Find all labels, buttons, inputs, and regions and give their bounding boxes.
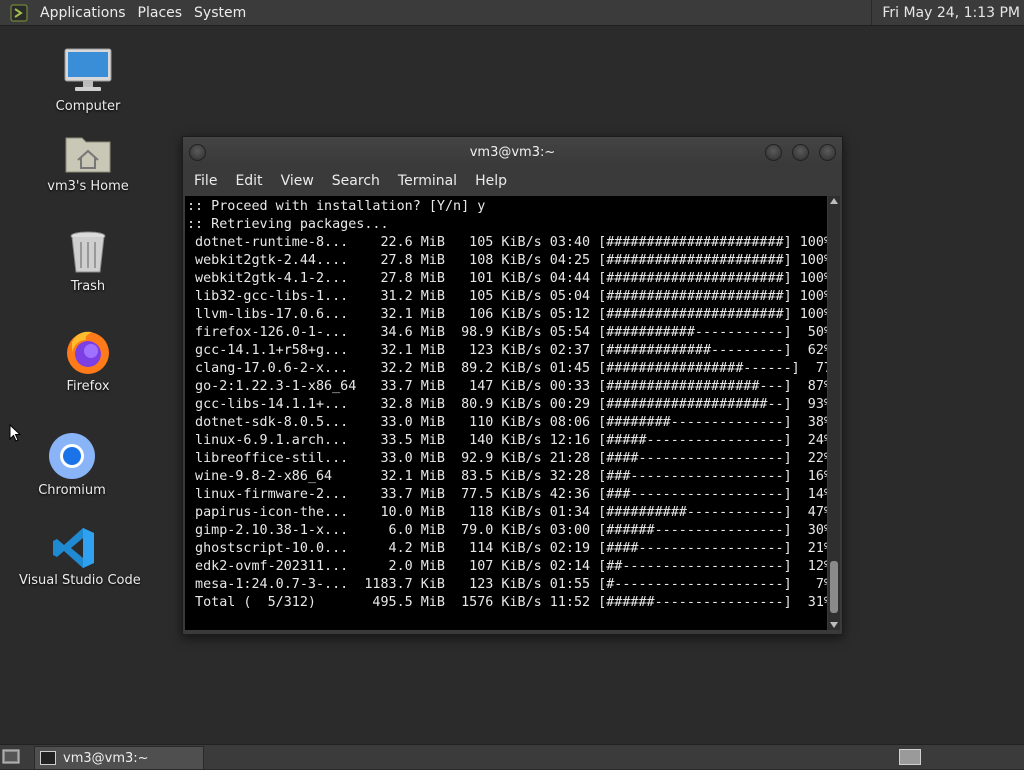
menu-search[interactable]: Search [323,173,389,189]
computer-icon [64,48,112,91]
scrollbar-thumb[interactable] [830,561,838,613]
scroll-down-icon[interactable] [830,622,838,628]
terminal-line: clang-17.0.6-2-x... 32.2 MiB 89.2 KiB/s … [187,361,827,376]
home-folder-icon [65,137,111,173]
clock[interactable]: Fri May 24, 1:13 PM [871,0,1020,25]
desktop-icon-label: Computer [55,99,121,114]
terminal-icon [40,751,56,765]
scroll-up-icon[interactable] [830,198,838,204]
terminal-window[interactable]: vm3@vm3:~ File Edit View Search Terminal… [182,136,843,635]
menu-applications[interactable]: Applications [34,5,132,21]
terminal-line: webkit2gtk-4.1-2... 27.8 MiB 101 KiB/s 0… [187,271,827,286]
terminal-line: mesa-1:24.0.7-3-... 1183.7 KiB 123 KiB/s… [187,577,827,592]
desktop-icon-home[interactable]: vm3's Home [33,124,143,194]
close-button[interactable] [819,144,836,161]
terminal-line: gimp-2.10.38-1-x... 6.0 MiB 79.0 KiB/s 0… [187,523,827,538]
menu-system[interactable]: System [188,5,252,21]
minimize-button[interactable] [765,144,782,161]
desktop-icon-firefox[interactable]: Firefox [33,324,143,394]
menu-places[interactable]: Places [132,5,189,21]
terminal-line: dotnet-runtime-8... 22.6 MiB 105 KiB/s 0… [187,235,827,250]
desktop-icon-label: Firefox [66,379,110,394]
terminal-line: edk2-ovmf-202311... 2.0 MiB 107 KiB/s 02… [187,559,827,574]
chromium-icon [49,433,95,479]
desktop-icon-label: Chromium [38,483,106,498]
menu-file[interactable]: File [185,173,226,189]
terminal-line: webkit2gtk-2.44.... 27.8 MiB 108 KiB/s 0… [187,253,827,268]
desktop-icon-label: Trash [70,279,106,294]
workspace-switcher[interactable] [899,749,921,765]
terminal-line: :: Retrieving packages... [187,217,389,232]
top-panel: Applications Places System Fri May 24, 1… [0,0,1024,26]
bottom-panel: vm3@vm3:~ [0,744,1024,770]
menu-help[interactable]: Help [466,173,516,189]
window-menu-button[interactable] [189,144,206,161]
terminal-line: dotnet-sdk-8.0.5... 33.0 MiB 110 KiB/s 0… [187,415,827,430]
terminal-line: linux-firmware-2... 33.7 MiB 77.5 KiB/s … [187,487,827,502]
desktop-icon-label: vm3's Home [47,179,129,194]
firefox-icon [67,331,109,374]
desktop-icon-trash[interactable]: Trash [33,224,143,294]
terminal-line: papirus-icon-the... 10.0 MiB 118 KiB/s 0… [187,505,827,520]
desktop-icon-vscode[interactable]: Visual Studio Code [19,518,141,588]
desktop-icon-label: Visual Studio Code [19,573,141,588]
terminal-line: lib32-gcc-libs-1... 31.2 MiB 105 KiB/s 0… [187,289,827,304]
terminal-output[interactable]: :: Proceed with installation? [Y/n] y ::… [185,196,827,630]
taskbar-item-label: vm3@vm3:~ [63,750,149,766]
terminal-line: gcc-14.1.1+r58+g... 32.1 MiB 123 KiB/s 0… [187,343,827,358]
menu-edit[interactable]: Edit [226,173,271,189]
maximize-button[interactable] [792,144,809,161]
window-titlebar[interactable]: vm3@vm3:~ [183,137,842,167]
window-title: vm3@vm3:~ [469,144,556,160]
menu-view[interactable]: View [272,173,323,189]
distro-logo-icon[interactable] [8,3,30,23]
window-menubar: File Edit View Search Terminal Help [183,167,842,195]
mouse-cursor-icon [9,424,21,442]
terminal-line: libreoffice-stil... 33.0 MiB 92.9 KiB/s … [187,451,827,466]
desktop-icon-chromium[interactable]: Chromium [17,428,127,498]
terminal-scrollbar[interactable] [828,196,840,630]
taskbar-item-terminal[interactable]: vm3@vm3:~ [34,746,204,770]
terminal-line: go-2:1.22.3-1-x86_64 33.7 MiB 147 KiB/s … [187,379,827,394]
terminal-line: firefox-126.0-1-... 34.6 MiB 98.9 KiB/s … [187,325,827,340]
terminal-line: wine-9.8-2-x86_64 32.1 MiB 83.5 KiB/s 32… [187,469,827,484]
menu-terminal[interactable]: Terminal [389,173,466,189]
terminal-line: :: Proceed with installation? [Y/n] y [187,199,486,214]
trash-icon [70,231,106,273]
terminal-line: Total ( 5/312) 495.5 MiB 1576 KiB/s 11:5… [187,595,827,610]
terminal-line: llvm-libs-17.0.6... 32.1 MiB 106 KiB/s 0… [187,307,827,322]
desktop-icon-computer[interactable]: Computer [33,44,143,114]
show-desktop-icon[interactable] [2,748,20,765]
terminal-line: ghostscript-10.0... 4.2 MiB 114 KiB/s 02… [187,541,827,556]
terminal-line: linux-6.9.1.arch... 33.5 MiB 140 KiB/s 1… [187,433,827,448]
terminal-line: gcc-libs-14.1.1+... 32.8 MiB 80.9 KiB/s … [187,397,827,412]
vscode-icon [53,528,94,568]
